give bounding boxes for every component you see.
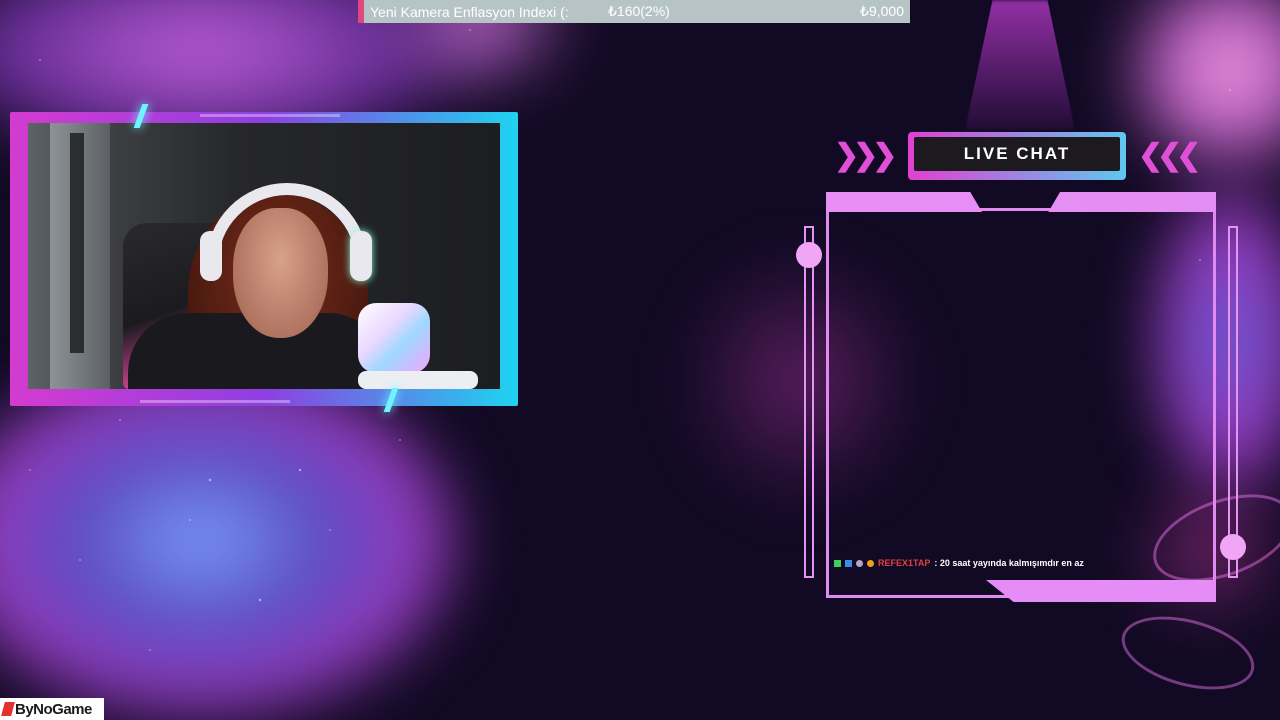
- live-chat-title: LIVE CHAT: [963, 144, 1071, 163]
- chat-box: [826, 192, 1216, 602]
- chat-message: REFEX1TAP : 20 saat yayında kalmışımdır …: [834, 558, 1204, 568]
- live-chat-header: LIVE CHAT: [908, 132, 1126, 180]
- bynogame-logo-icon: [1, 702, 15, 716]
- chat-username[interactable]: REFEX1TAP: [878, 558, 930, 568]
- rail-knob: [796, 242, 822, 268]
- ticker-price: ₺9,000: [860, 3, 904, 19]
- chat-rail-left: [804, 226, 814, 578]
- ticker-change: ₺160(2%): [608, 3, 670, 19]
- rail-knob: [1220, 534, 1246, 560]
- chat-text: : 20 saat yayında kalmışımdır en az: [934, 558, 1084, 568]
- ticker-name: Yeni Kamera Enflasyon Indexi (:: [370, 3, 569, 20]
- bynogame-watermark: ByNoGame: [0, 698, 104, 720]
- ticker-marker: [358, 0, 364, 23]
- stock-ticker: Yeni Kamera Enflasyon Indexi (: ₺160(2%)…: [358, 0, 910, 23]
- chevron-left-icon: ❮❮❮: [1138, 139, 1201, 172]
- watermark-brand: ByNoGame: [15, 700, 92, 718]
- headphones: [206, 183, 368, 273]
- webcam-frame: [10, 104, 518, 412]
- chat-rail-right: [1228, 226, 1238, 578]
- chevron-right-icon: ❯❯❯: [834, 139, 897, 172]
- coin-badge-icon: [867, 559, 874, 567]
- subscriber-badge-icon: [834, 559, 841, 567]
- verified-badge-icon: [845, 559, 852, 567]
- microphone: [358, 303, 430, 373]
- moon-badge-icon: [856, 559, 863, 567]
- webcam-feed: [28, 123, 500, 389]
